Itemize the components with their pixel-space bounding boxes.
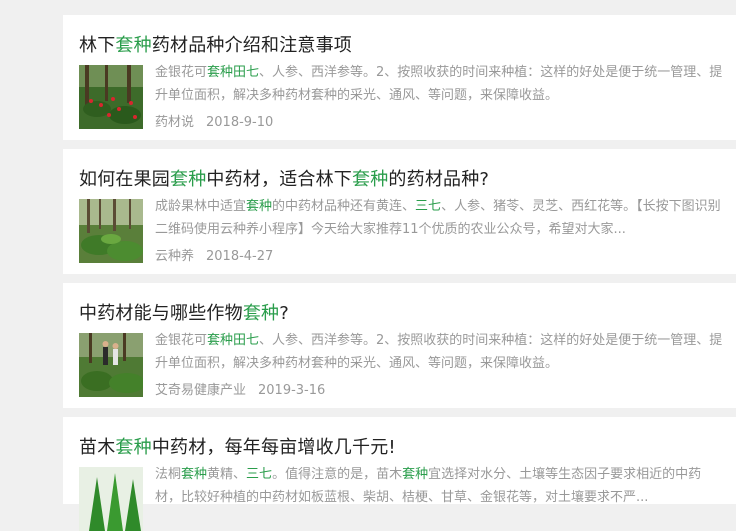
result-card[interactable]: 如何在果园套种中药材，适合林下套种的药材品种? 成龄果林中适宜套种的中药材品种还…: [63, 149, 736, 274]
snippet-highlight: 套种田七: [207, 65, 260, 80]
title-highlight: 套种: [242, 303, 280, 324]
result-title[interactable]: 中药材能与哪些作物套种?: [79, 299, 289, 325]
result-snippet: 成龄果林中适宜套种的中药材品种还有黄连、三七、人参、猪苓、灵芝、西红花等。【长按…: [155, 195, 727, 241]
title-text: 中药材，每年每亩增收几千元!: [151, 437, 396, 458]
result-thumbnail[interactable]: [79, 65, 143, 129]
result-thumbnail[interactable]: [79, 467, 143, 531]
snippet-text: 法桐: [155, 467, 182, 482]
title-text: 苗木: [79, 437, 116, 458]
result-date: 2018-4-27: [206, 249, 274, 264]
snippet-highlight: 套种田七: [207, 333, 260, 348]
result-date: 2018-9-10: [206, 115, 274, 130]
result-snippet: 金银花可套种田七、人参、西洋参等。2、按照收获的时间来种植：这样的好处是便于统一…: [155, 329, 727, 375]
title-text: 中药材，适合林下: [206, 169, 353, 190]
result-thumbnail[interactable]: [79, 199, 143, 263]
snippet-highlight: 三七: [246, 467, 273, 482]
snippet-text: 的中药材品种还有黄连、: [272, 199, 416, 214]
snippet-highlight: 套种: [246, 199, 273, 214]
snippet-text: 成龄果林中适宜: [155, 199, 247, 214]
title-text: 林下: [79, 35, 116, 56]
result-snippet: 金银花可套种田七、人参、西洋参等。2、按照收获的时间来种植：这样的好处是便于统一…: [155, 61, 727, 107]
title-highlight: 套种: [352, 169, 389, 190]
title-text: 如何在果园: [79, 169, 170, 190]
title-highlight: 套种: [115, 35, 152, 56]
title-text: 中药材能与哪些作物: [79, 303, 243, 324]
title-highlight: 套种: [170, 169, 207, 190]
result-source[interactable]: 药材说: [155, 115, 194, 130]
result-card[interactable]: 苗木套种中药材，每年每亩增收几千元! 法桐套种黄精、三七。值得注意的是，苗木套种…: [63, 417, 736, 531]
title-text: 药材品种介绍和注意事项: [151, 35, 353, 56]
result-title[interactable]: 如何在果园套种中药材，适合林下套种的药材品种?: [79, 165, 489, 191]
snippet-text: 。值得注意的是，苗木: [272, 467, 403, 482]
result-meta: 药材说 2018-9-10: [155, 111, 273, 130]
snippet-highlight: 套种: [402, 467, 429, 482]
title-text: 的药材品种?: [388, 169, 490, 190]
result-title[interactable]: 林下套种药材品种介绍和注意事项: [79, 31, 352, 57]
result-title[interactable]: 苗木套种中药材，每年每亩增收几千元!: [79, 433, 396, 459]
title-highlight: 套种: [115, 437, 152, 458]
title-text: ?: [279, 303, 289, 324]
result-date: 2019-3-16: [258, 383, 326, 398]
snippet-text: 黄精、: [207, 467, 247, 482]
snippet-highlight: 套种: [181, 467, 208, 482]
result-source[interactable]: 艾奇易健康产业: [155, 383, 246, 398]
result-meta: 云种养 2018-4-27: [155, 245, 273, 264]
snippet-text: 金银花可: [155, 333, 208, 348]
result-source[interactable]: 云种养: [155, 249, 194, 264]
result-card[interactable]: 中药材能与哪些作物套种? 金银花可套种田七、人参、西洋参等。2、按照收获的时间来…: [63, 283, 736, 408]
result-card[interactable]: 林下套种药材品种介绍和注意事项 金银花可套种田七、人参、西洋参等。2、按照收获的…: [63, 15, 736, 140]
result-thumbnail[interactable]: [79, 333, 143, 397]
snippet-text: 金银花可: [155, 65, 208, 80]
snippet-highlight: 三七: [415, 199, 442, 214]
result-meta: 艾奇易健康产业 2019-3-16: [155, 379, 325, 398]
result-snippet: 法桐套种黄精、三七。值得注意的是，苗木套种宜选择对水分、土壤等生态因子要求相近的…: [155, 463, 727, 509]
